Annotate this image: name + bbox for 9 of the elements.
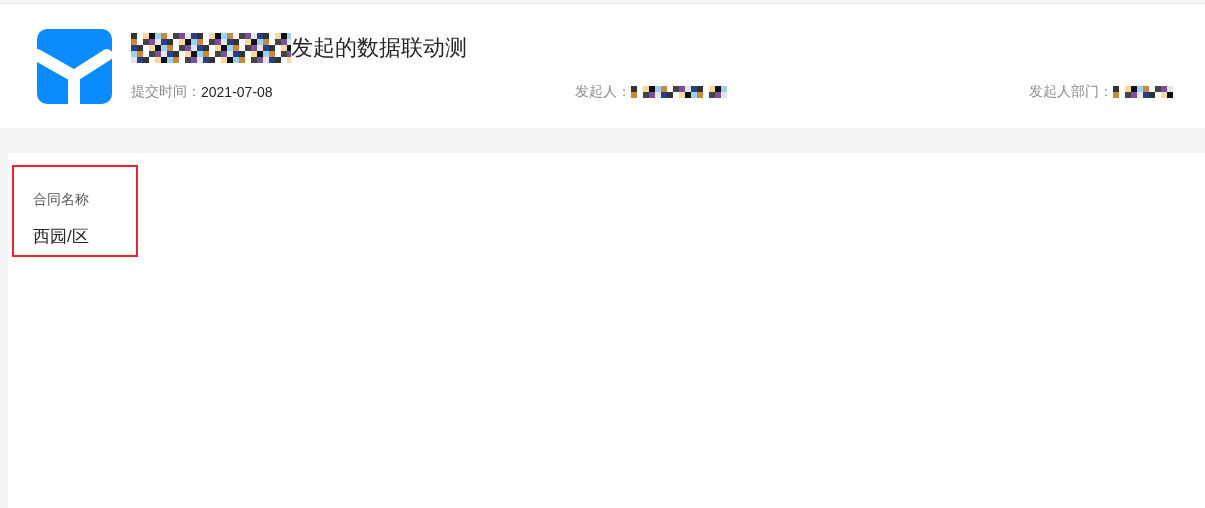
meta-label: 提交时间： bbox=[131, 83, 201, 101]
meta-label: 发起人部门： bbox=[1029, 83, 1113, 101]
meta-label: 发起人： bbox=[574, 83, 631, 101]
logo-icon bbox=[37, 29, 112, 104]
field-value: 西园/区 bbox=[33, 226, 90, 248]
page-title: 发起的数据联动测 bbox=[291, 34, 467, 62]
redaction-mosaic bbox=[1113, 86, 1173, 98]
meta-value: 2021-07-08 bbox=[201, 84, 273, 100]
field-label: 合同名称 bbox=[33, 191, 90, 209]
